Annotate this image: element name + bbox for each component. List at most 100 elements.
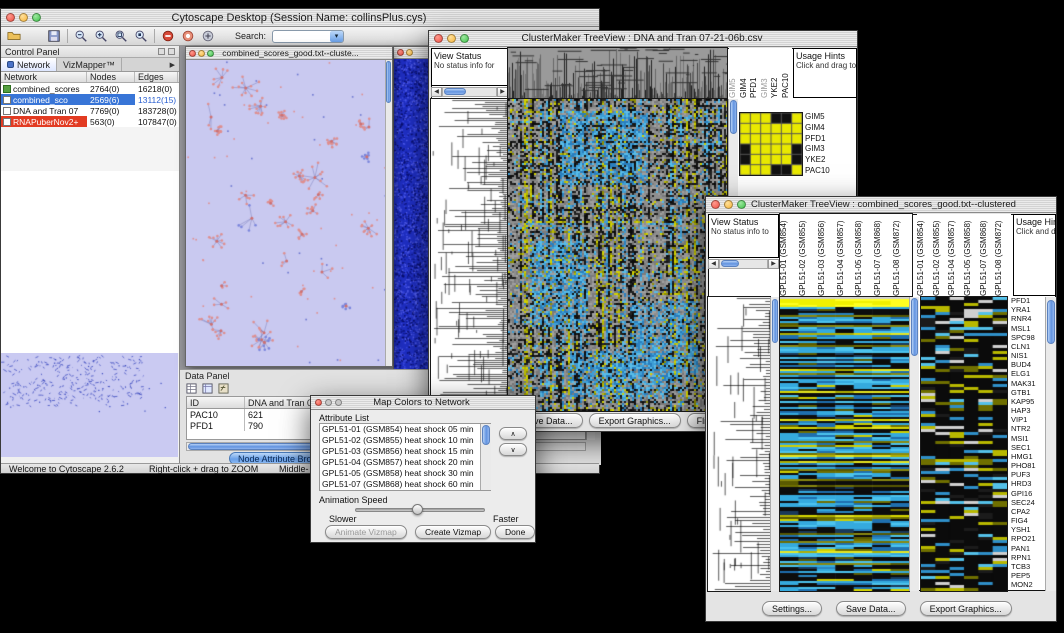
function-builder-icon[interactable]: [218, 383, 229, 394]
misc-tool-icon-2[interactable]: [181, 29, 195, 43]
attribute-list-item[interactable]: GPL51-07 (GSM868) heat shock 60 min: [320, 479, 480, 490]
network-name-cell: combined_scores: [1, 83, 87, 94]
close-icon[interactable]: [315, 399, 322, 406]
network-canvas[interactable]: [186, 60, 385, 366]
network-edges-count: 107847(0): [135, 116, 178, 127]
attribute-listbox[interactable]: GPL51-01 (GSM854) heat shock 05 minGPL51…: [319, 423, 491, 491]
tv1-heatmap[interactable]: [508, 99, 727, 411]
attribute-id-cell: PFD1: [187, 420, 245, 431]
tv2-titlebar[interactable]: ClusterMaker TreeView : combined_scores_…: [706, 197, 1056, 213]
close-icon[interactable]: [189, 50, 196, 57]
network-tree-row[interactable]: combined_sco2569(6)13112(15): [1, 94, 179, 105]
combo-arrow-icon[interactable]: ▾: [330, 31, 343, 42]
float-panel-icon[interactable]: [158, 48, 165, 55]
move-up-button[interactable]: ∧: [499, 427, 527, 440]
search-label: Search:: [235, 31, 266, 41]
tv2-row-dendrogram[interactable]: [708, 297, 770, 591]
minimize-icon[interactable]: [19, 13, 28, 22]
zoom-in-icon[interactable]: [94, 29, 108, 43]
network-view-window[interactable]: combined_scores_good.txt--cluste...: [185, 46, 393, 367]
network-tree-row[interactable]: RNAPuberNov2+563(0)107847(0): [1, 116, 179, 127]
tv2-mini-hscrollbar[interactable]: ◀ ▶: [708, 258, 779, 269]
minimize-icon[interactable]: [724, 200, 733, 209]
scroll-track[interactable]: [442, 87, 497, 97]
close-icon[interactable]: [434, 34, 443, 43]
speed-slider-thumb[interactable]: [412, 504, 423, 515]
maximize-icon[interactable]: [207, 50, 214, 57]
tv1-mini-hscrollbar[interactable]: ◀ ▶: [431, 86, 508, 97]
misc-tool-icon-1[interactable]: [161, 29, 175, 43]
tv1-column-dendrogram[interactable]: [508, 48, 727, 98]
scroll-right-icon[interactable]: ▶: [768, 259, 779, 269]
network-overview-thumbnail[interactable]: [1, 353, 178, 457]
scroll-track[interactable]: [719, 259, 768, 269]
network-vscrollbar[interactable]: [385, 60, 392, 366]
attribute-list-item[interactable]: GPL51-05 (GSM858) heat shock 30 min: [320, 468, 480, 479]
search-combobox[interactable]: ▾: [272, 30, 344, 43]
close-icon[interactable]: [6, 13, 15, 22]
tab-network[interactable]: Network: [1, 58, 57, 71]
attribute-list-item[interactable]: GPL51-01 (GSM854) heat shock 05 min: [320, 424, 480, 435]
dialog-titlebar[interactable]: Map Colors to Network: [311, 396, 535, 410]
tv2-heatmap[interactable]: [780, 297, 909, 591]
table-icon[interactable]: [186, 383, 197, 394]
network-tree-row[interactable]: DNA and Tran 077769(0)183728(0): [1, 105, 179, 116]
zoom-selected-icon[interactable]: [134, 29, 148, 43]
animate-vizmap-button[interactable]: Animate Vizmap: [325, 525, 407, 539]
gene-label: YRA1: [1011, 306, 1045, 314]
tv2-column-label: GPL51-02 (GSM855): [799, 214, 818, 296]
header-id[interactable]: ID: [187, 397, 245, 408]
network-window-titlebar[interactable]: combined_scores_good.txt--cluste...: [186, 47, 392, 60]
export-graphics-button[interactable]: Export Graphics...: [589, 413, 681, 428]
tab-vizmapper[interactable]: VizMapper™: [57, 58, 122, 71]
window-controls: [706, 200, 751, 209]
attribute-list-item[interactable]: GPL51-03 (GSM856) heat shock 15 min: [320, 446, 480, 457]
attribute-list-item[interactable]: GPL51-04 (GSM857) heat shock 20 min: [320, 457, 480, 468]
minimize-icon[interactable]: [198, 50, 205, 57]
tab-overflow-icon[interactable]: ▶: [166, 58, 179, 71]
create-vizmap-button[interactable]: Create Vizmap: [415, 525, 491, 539]
tv1-titlebar[interactable]: ClusterMaker TreeView : DNA and Tran 07-…: [429, 31, 857, 47]
move-down-button[interactable]: ∨: [499, 443, 527, 456]
list-vscrollbar[interactable]: [480, 424, 491, 490]
header-edges[interactable]: Edges: [135, 72, 178, 82]
tv1-similarity-matrix[interactable]: [740, 113, 802, 175]
scroll-right-icon[interactable]: ▶: [497, 87, 508, 97]
header-network[interactable]: Network: [1, 72, 87, 82]
tv2-heatmap-vscrollbar[interactable]: [909, 297, 919, 591]
misc-tool-icon-3[interactable]: [201, 29, 215, 43]
gene-label: CPA2: [1011, 508, 1045, 516]
close-panel-icon[interactable]: [168, 48, 175, 55]
zoom-out-icon[interactable]: [74, 29, 88, 43]
minimize-icon[interactable]: [406, 49, 413, 56]
maximize-icon[interactable]: [460, 34, 469, 43]
close-icon[interactable]: [711, 200, 720, 209]
scroll-left-icon[interactable]: ◀: [431, 87, 442, 97]
tv1-row-dendrogram[interactable]: [431, 99, 507, 411]
settings-button[interactable]: Settings...: [762, 601, 822, 616]
close-icon[interactable]: [397, 49, 404, 56]
tv2-secondary-heatmap[interactable]: [921, 297, 1007, 591]
done-button[interactable]: Done: [495, 525, 535, 539]
export-graphics-button[interactable]: Export Graphics...: [920, 601, 1012, 616]
save-data-button[interactable]: Save Data...: [836, 601, 906, 616]
gene-label: PEP5: [1011, 572, 1045, 580]
gene-label: MAK31: [1011, 380, 1045, 388]
maximize-icon[interactable]: [32, 13, 41, 22]
dense-network-canvas[interactable]: [394, 59, 432, 372]
network-tree-row[interactable]: combined_scores2764(0)16218(0): [1, 83, 179, 94]
tv1-column-label: PFD1: [750, 48, 761, 98]
minimize-icon[interactable]: [447, 34, 456, 43]
attribute-list-item[interactable]: GPL51-02 (GSM855) heat shock 10 min: [320, 435, 480, 446]
open-session-icon[interactable]: [7, 29, 21, 43]
scroll-left-icon[interactable]: ◀: [708, 259, 719, 269]
main-titlebar[interactable]: Cytoscape Desktop (Session Name: collins…: [1, 9, 599, 27]
header-nodes[interactable]: Nodes: [87, 72, 135, 82]
zoom-fit-icon[interactable]: [114, 29, 128, 43]
save-session-icon[interactable]: [47, 29, 61, 43]
select-attributes-icon[interactable]: [202, 383, 213, 394]
maximize-icon: [335, 399, 342, 406]
tv2-dendrogram-vscrollbar[interactable]: [770, 297, 779, 591]
maximize-icon[interactable]: [737, 200, 746, 209]
tv2-right-vscrollbar[interactable]: [1045, 297, 1056, 591]
